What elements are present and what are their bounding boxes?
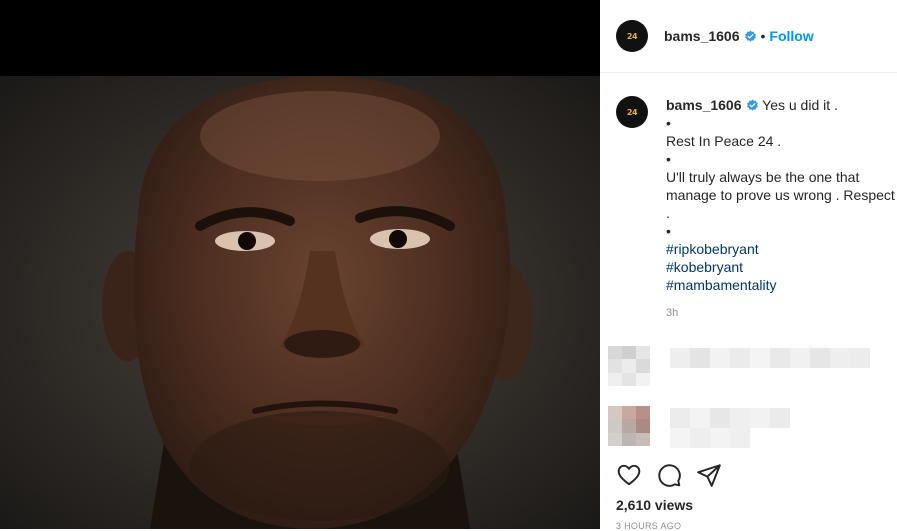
comment-text-blurred	[670, 408, 790, 428]
caption-avatar-logo: 24	[626, 107, 638, 117]
verified-badge-icon	[746, 99, 758, 111]
comment-text-blurred	[670, 348, 870, 368]
post-sidebar: 24 bams_1606 • Follow 24 bams_1606 Yes u d…	[600, 0, 897, 531]
caption-line: Yes u did it .	[762, 97, 838, 113]
profile-avatar[interactable]: 24	[616, 20, 648, 52]
caption-line: •	[666, 223, 671, 239]
caption-line: manage to prove us wrong . Respect	[666, 187, 895, 203]
caption-line: •	[666, 151, 671, 167]
view-count[interactable]: 2,610 views	[616, 497, 693, 513]
caption-username[interactable]: bams_1606	[666, 97, 742, 113]
heart-icon[interactable]	[616, 462, 642, 488]
portrait-illustration	[0, 76, 600, 529]
header-username[interactable]: bams_1606	[664, 28, 740, 44]
post-timestamp[interactable]: 3 HOURS AGO	[616, 521, 681, 531]
caption-timestamp[interactable]: 3h	[666, 304, 897, 322]
avatar-logo: 24	[626, 31, 638, 41]
caption: bams_1606 Yes u did it . • Rest In Peace…	[666, 96, 897, 322]
action-bar	[616, 462, 722, 488]
comment-item[interactable]	[608, 346, 897, 390]
share-icon[interactable]	[696, 462, 722, 488]
comment-avatar-blurred	[608, 406, 650, 446]
media-letterbox	[0, 0, 600, 76]
comment-item[interactable]	[608, 406, 897, 450]
caption-line: .	[666, 205, 670, 221]
post-photo[interactable]	[0, 76, 600, 529]
hashtag-link[interactable]: #ripkobebryant	[666, 240, 897, 258]
comment-avatar-blurred	[608, 346, 650, 386]
caption-line: U'll truly always be the one that	[666, 169, 860, 185]
verified-badge-icon	[744, 30, 756, 42]
header-separator: •	[760, 28, 766, 44]
caption-line: •	[666, 115, 671, 131]
hashtag-link[interactable]: #mambamentality	[666, 276, 897, 294]
caption-line: Rest In Peace 24 .	[666, 133, 782, 149]
hashtag-link[interactable]: #kobebryant	[666, 258, 897, 276]
post-header: 24 bams_1606 • Follow	[600, 0, 897, 73]
comment-icon[interactable]	[656, 462, 682, 488]
follow-button[interactable]: Follow	[769, 28, 813, 44]
comment-text-blurred	[670, 428, 750, 448]
caption-avatar[interactable]: 24	[616, 96, 648, 128]
post-media[interactable]	[0, 0, 600, 529]
